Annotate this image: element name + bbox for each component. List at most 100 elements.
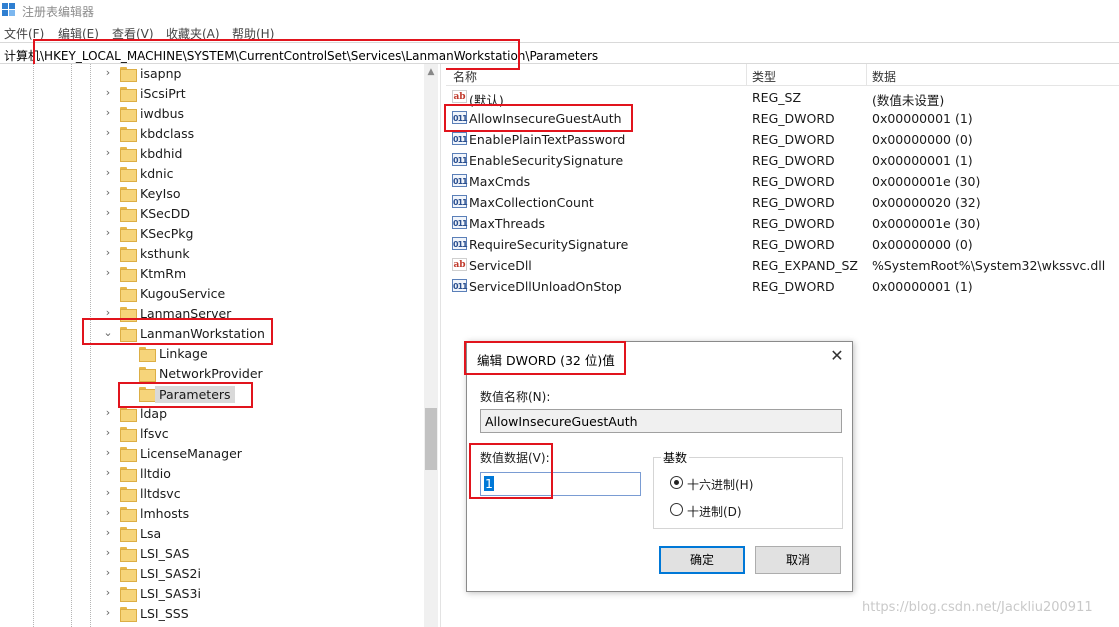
tree-item[interactable]: › lltdsvc — [0, 484, 420, 504]
tree-item-label[interactable]: KugouService — [140, 286, 225, 301]
tree-item-label[interactable]: LSI_SAS2i — [140, 566, 201, 581]
tree-item-label[interactable]: iwdbus — [140, 106, 184, 121]
value-row[interactable]: 011 EnablePlainTextPassword REG_DWORD 0x000… — [446, 129, 1119, 150]
menu-view[interactable]: 查看(V) — [112, 25, 154, 42]
tree-scrollbar[interactable]: ▲ — [424, 64, 438, 627]
chevron-right-icon[interactable]: › — [102, 527, 114, 539]
tree-item-label[interactable]: kbdhid — [140, 146, 182, 161]
chevron-right-icon[interactable]: › — [102, 447, 114, 459]
tree-item[interactable]: › lmhosts — [0, 504, 420, 524]
chevron-right-icon[interactable]: › — [102, 247, 114, 259]
tree-scroll-thumb[interactable] — [425, 408, 437, 470]
chevron-right-icon[interactable]: › — [102, 567, 114, 579]
chevron-right-icon[interactable]: › — [102, 467, 114, 479]
chevron-right-icon[interactable]: › — [102, 587, 114, 599]
value-row[interactable]: 011 AllowInsecureGuestAuth REG_DWORD 0x0000… — [446, 108, 1119, 129]
tree-item-label[interactable]: lfsvc — [140, 426, 169, 441]
hex-radio[interactable] — [670, 476, 683, 489]
value-row[interactable]: 011 RequireSecuritySignature REG_DWORD 0x00… — [446, 234, 1119, 255]
tree-item[interactable]: › iwdbus — [0, 104, 420, 124]
tree-item[interactable]: › ldap — [0, 404, 420, 424]
value-row[interactable]: 011 MaxCollectionCount REG_DWORD 0x00000020… — [446, 192, 1119, 213]
tree-item-label[interactable]: ldap — [140, 406, 167, 421]
chevron-right-icon[interactable]: › — [102, 67, 114, 79]
value-row[interactable]: 011 MaxThreads REG_DWORD 0x0000001e (30) — [446, 213, 1119, 234]
tree-item[interactable]: › KSecPkg — [0, 224, 420, 244]
tree-item[interactable]: › LSI_SAS2i — [0, 564, 420, 584]
tree-item[interactable]: KugouService — [0, 284, 420, 304]
value-row[interactable]: 011 ServiceDllUnloadOnStop REG_DWORD 0x0000… — [446, 276, 1119, 297]
chevron-right-icon[interactable]: › — [102, 267, 114, 279]
decimal-radio[interactable] — [670, 503, 683, 516]
close-icon[interactable]: ✕ — [827, 346, 847, 366]
tree-item[interactable]: › LanmanServer — [0, 304, 420, 324]
tree-item-label[interactable]: lltdsvc — [140, 486, 181, 501]
tree-item[interactable]: › LSI_SSS — [0, 604, 420, 624]
tree-item[interactable]: Linkage — [0, 344, 420, 364]
tree-item-label[interactable]: Linkage — [159, 346, 208, 361]
scroll-up-arrow-icon[interactable]: ▲ — [426, 68, 436, 77]
chevron-right-icon[interactable]: › — [102, 167, 114, 179]
tree-item-label[interactable]: kbdclass — [140, 126, 194, 141]
chevron-right-icon[interactable]: › — [102, 187, 114, 199]
chevron-right-icon[interactable]: › — [102, 407, 114, 419]
tree-item-label[interactable]: ksthunk — [140, 246, 190, 261]
tree-item-label[interactable]: LicenseManager — [140, 446, 242, 461]
tree-item[interactable]: › LSI_SAS3i — [0, 584, 420, 604]
tree-item[interactable]: › LSI_SAS — [0, 544, 420, 564]
tree-item[interactable]: › ksthunk — [0, 244, 420, 264]
tree-item-label[interactable]: KSecPkg — [140, 226, 193, 241]
cancel-button[interactable]: 取消 — [755, 546, 841, 574]
value-data-field[interactable]: 1 — [480, 472, 641, 496]
tree-item-label[interactable]: kdnic — [140, 166, 173, 181]
column-header-type[interactable]: 类型 — [752, 68, 776, 85]
tree-item[interactable]: › kbdclass — [0, 124, 420, 144]
tree-item[interactable]: › KSecDD — [0, 204, 420, 224]
tree-item-label[interactable]: Parameters — [155, 386, 235, 403]
address-path[interactable]: 计算机\HKEY_LOCAL_MACHINE\SYSTEM\CurrentCon… — [4, 47, 598, 64]
value-row[interactable]: 011 EnableSecuritySignature REG_DWORD 0x000… — [446, 150, 1119, 171]
hex-radio-label[interactable]: 十六进制(H) — [687, 476, 753, 493]
chevron-right-icon[interactable]: › — [102, 507, 114, 519]
tree-item-label[interactable]: LSI_SAS3i — [140, 586, 201, 601]
tree-item-label[interactable]: LSI_SAS — [140, 546, 190, 561]
chevron-right-icon[interactable]: › — [102, 307, 114, 319]
menu-favorites[interactable]: 收藏夹(A) — [166, 25, 220, 42]
column-separator[interactable] — [746, 64, 747, 86]
value-data-text[interactable]: 1 — [484, 476, 494, 491]
tree-item[interactable]: Parameters — [0, 384, 420, 404]
value-row[interactable]: ab ServiceDll REG_EXPAND_SZ %SystemRoot%\Sy… — [446, 255, 1119, 276]
value-row[interactable]: 011 MaxCmds REG_DWORD 0x0000001e (30) — [446, 171, 1119, 192]
chevron-right-icon[interactable]: › — [102, 127, 114, 139]
tree-item-label[interactable]: Lsa — [140, 526, 161, 541]
address-bar[interactable]: 计算机\HKEY_LOCAL_MACHINE\SYSTEM\CurrentCon… — [0, 42, 1119, 64]
tree-item[interactable]: › Lsa — [0, 524, 420, 544]
ok-button[interactable]: 确定 — [659, 546, 745, 574]
chevron-right-icon[interactable]: › — [102, 207, 114, 219]
tree-item[interactable]: › LicenseManager — [0, 444, 420, 464]
chevron-right-icon[interactable]: › — [102, 607, 114, 619]
tree-item[interactable]: › KtmRm — [0, 264, 420, 284]
tree-item[interactable]: › isapnp — [0, 64, 420, 84]
chevron-down-icon[interactable]: ⌄ — [102, 327, 114, 339]
tree-item-label[interactable]: LanmanServer — [140, 306, 231, 321]
chevron-right-icon[interactable]: › — [102, 547, 114, 559]
tree-item[interactable]: › lltdio — [0, 464, 420, 484]
column-header-name[interactable]: 名称 — [453, 68, 477, 85]
tree-item-label[interactable]: KeyIso — [140, 186, 181, 201]
value-row[interactable]: ab (默认) REG_SZ (数值未设置) — [446, 87, 1119, 108]
tree-item-label[interactable]: KtmRm — [140, 266, 186, 281]
column-header-data[interactable]: 数据 — [872, 68, 896, 85]
chevron-right-icon[interactable]: › — [102, 227, 114, 239]
tree-item[interactable]: › lfsvc — [0, 424, 420, 444]
chevron-right-icon[interactable]: › — [102, 87, 114, 99]
tree-item[interactable]: › iScsiPrt — [0, 84, 420, 104]
decimal-radio-label[interactable]: 十进制(D) — [687, 503, 742, 520]
tree-item[interactable]: NetworkProvider — [0, 364, 420, 384]
tree-item-label[interactable]: KSecDD — [140, 206, 190, 221]
tree-item-label[interactable]: lmhosts — [140, 506, 189, 521]
tree-item[interactable]: › kbdhid — [0, 144, 420, 164]
tree-item-label[interactable]: isapnp — [140, 66, 181, 81]
tree-item-label[interactable]: iScsiPrt — [140, 86, 186, 101]
tree-item-label[interactable]: NetworkProvider — [159, 366, 263, 381]
